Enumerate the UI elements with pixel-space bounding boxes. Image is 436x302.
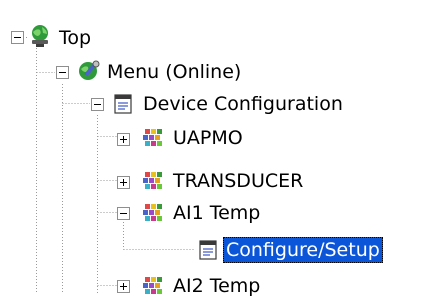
tree-node-label: Device Configuration	[143, 93, 343, 115]
tree-node-ai2-temp[interactable]: AI2 Temp	[0, 268, 300, 300]
tree-node-label: TRANSDUCER	[173, 170, 304, 192]
tree-node-transducer[interactable]: TRANSDUCER	[0, 165, 320, 197]
expand-toggle[interactable]	[117, 176, 130, 189]
tree-node-menu-online[interactable]: Menu (Online)	[0, 56, 280, 88]
tree-node-label: Top	[59, 27, 92, 49]
collapse-toggle[interactable]	[56, 66, 69, 79]
block-icon	[141, 200, 165, 224]
block-icon	[141, 125, 165, 149]
tree-node-top[interactable]: Top	[0, 22, 140, 54]
collapse-toggle[interactable]	[117, 207, 130, 220]
tree-node-label: Menu (Online)	[107, 61, 242, 83]
expand-toggle[interactable]	[117, 280, 130, 293]
collapse-toggle[interactable]	[91, 98, 104, 111]
tree-node-label: AI1 Temp	[173, 202, 261, 224]
block-icon	[141, 273, 165, 297]
tree-node-label: UAPMO	[173, 127, 243, 149]
page-icon	[197, 237, 221, 261]
tree-node-configure-setup[interactable]: Configure/Setup	[0, 234, 420, 266]
block-icon	[141, 168, 165, 192]
folder-page-icon	[112, 91, 136, 115]
device-tree: Top Menu (Online) Device Configuration U…	[0, 0, 436, 297]
expand-toggle[interactable]	[117, 133, 130, 146]
tree-node-label: AI2 Temp	[173, 275, 261, 297]
globe-computer-icon	[28, 24, 52, 48]
tree-node-ai1-temp[interactable]: AI1 Temp	[0, 197, 300, 229]
tree-node-device-configuration[interactable]: Device Configuration	[0, 89, 380, 121]
menu-tools-icon	[77, 59, 101, 83]
tree-node-label-selected: Configure/Setup	[223, 237, 383, 263]
collapse-toggle[interactable]	[11, 31, 24, 44]
tree-node-uapmo[interactable]: UAPMO	[0, 122, 260, 154]
